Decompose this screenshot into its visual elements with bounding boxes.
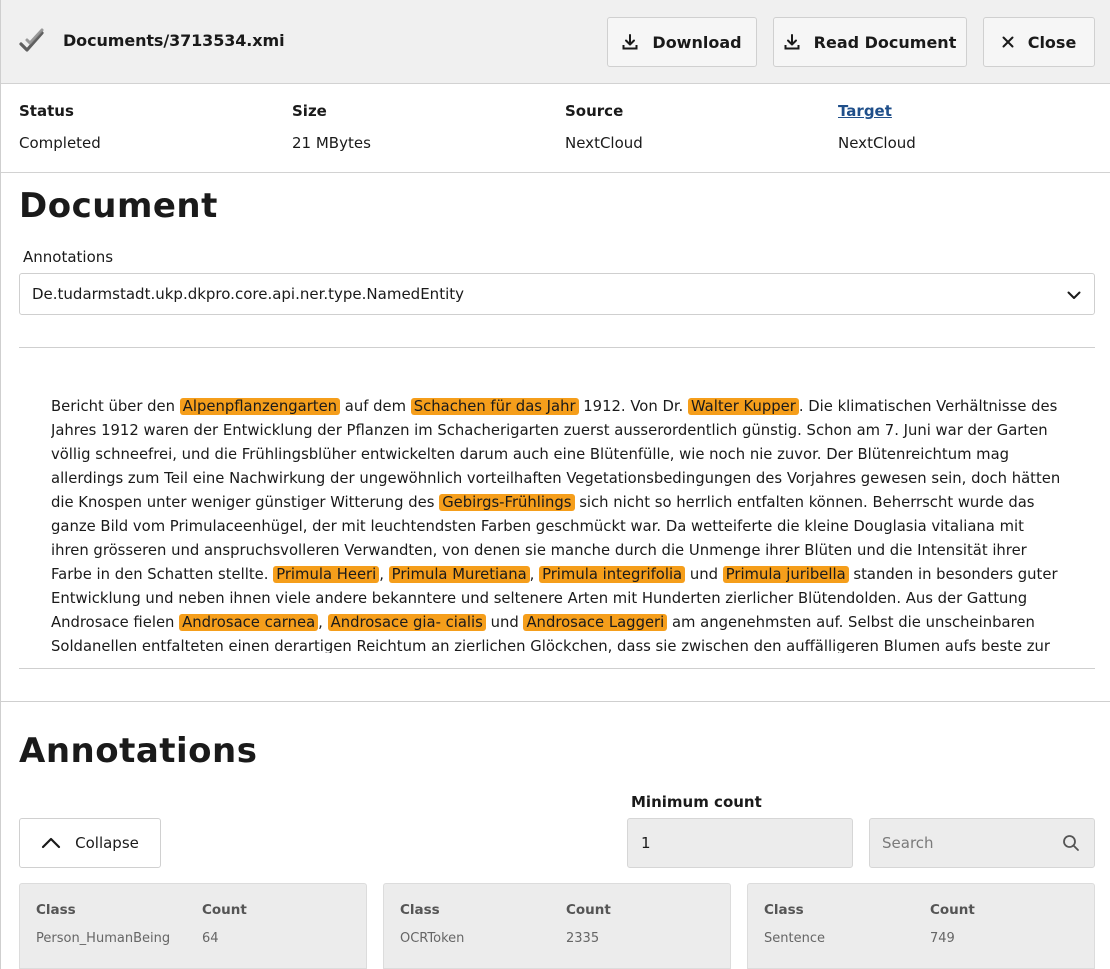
- annotation-card-sentence[interactable]: Class Count Sentence 749: [747, 883, 1095, 969]
- document-text-segment: ,: [318, 614, 328, 631]
- document-text-segment: auf dem: [340, 398, 411, 415]
- count-header: Count: [566, 902, 611, 918]
- count-header: Count: [202, 902, 247, 918]
- target-value: NextCloud: [838, 134, 916, 152]
- document-text-segment: und: [485, 614, 524, 631]
- status-info: Status Completed: [19, 102, 101, 152]
- download-icon: [622, 34, 638, 50]
- named-entity-highlight[interactable]: Androsace Laggeri: [523, 614, 668, 631]
- count-value: 749: [930, 931, 955, 946]
- close-icon: [1002, 36, 1014, 48]
- class-header: Class: [400, 902, 440, 918]
- size-value: 21 MBytes: [292, 134, 371, 152]
- named-entity-highlight[interactable]: Alpenpflanzengarten: [179, 398, 341, 415]
- named-entity-highlight[interactable]: Primula integrifolia: [539, 566, 686, 583]
- named-entity-highlight[interactable]: Androsace gia- cialis: [327, 614, 486, 631]
- annotation-type-value: De.tudarmstadt.ukp.dkpro.core.api.ner.ty…: [32, 285, 464, 303]
- source-label: Source: [565, 102, 624, 120]
- download-button[interactable]: Download: [607, 17, 757, 67]
- header-bar: Documents/3713534.xmi Download Read Docu…: [1, 0, 1110, 84]
- search-icon[interactable]: [1062, 834, 1080, 852]
- document-text-segment: ,: [529, 566, 540, 583]
- class-value: OCRToken: [400, 931, 465, 946]
- download-label: Download: [652, 32, 742, 52]
- read-document-label: Read Document: [813, 32, 957, 52]
- app-frame: Documents/3713534.xmi Download Read Docu…: [0, 0, 1110, 969]
- divider: [19, 668, 1095, 669]
- annotation-card-ocrtoken[interactable]: Class Count OCRToken 2335: [383, 883, 731, 969]
- download-icon: [784, 34, 800, 50]
- named-entity-highlight[interactable]: Walter Kupper: [687, 398, 799, 415]
- chevron-down-icon: [1067, 291, 1081, 299]
- read-document-button[interactable]: Read Document: [773, 17, 967, 67]
- named-entity-highlight[interactable]: Primula Muretiana: [388, 566, 530, 583]
- close-button[interactable]: Close: [983, 17, 1095, 67]
- size-info: Size 21 MBytes: [292, 102, 371, 152]
- collapse-button[interactable]: Collapse: [19, 818, 161, 868]
- class-value: Sentence: [764, 931, 825, 946]
- chevron-up-icon: [42, 837, 61, 849]
- document-text-segment: und: [685, 566, 723, 583]
- named-entity-highlight[interactable]: Androsace carnea: [179, 614, 319, 631]
- double-check-icon: [19, 28, 44, 52]
- collapse-label: Collapse: [75, 834, 139, 852]
- document-info: Status Completed Size 21 MBytes Source N…: [1, 84, 1110, 173]
- section-divider: [1, 701, 1110, 702]
- named-entity-highlight[interactable]: Schachen für das Jahr: [410, 398, 579, 415]
- source-info: Source NextCloud: [565, 102, 643, 152]
- size-label: Size: [292, 102, 327, 120]
- class-header: Class: [36, 902, 76, 918]
- status-value: Completed: [19, 134, 101, 152]
- annotation-type-select[interactable]: De.tudarmstadt.ukp.dkpro.core.api.ner.ty…: [19, 273, 1095, 315]
- count-value: 2335: [566, 931, 600, 946]
- search-input[interactable]: [870, 819, 1050, 867]
- annotations-select-label: Annotations: [23, 248, 114, 266]
- named-entity-highlight[interactable]: Gebirgs-Frühlings: [439, 494, 575, 511]
- target-info: Target NextCloud: [838, 102, 916, 152]
- target-link[interactable]: Target: [838, 102, 916, 120]
- search-box[interactable]: [869, 818, 1095, 868]
- divider: [19, 347, 1095, 348]
- status-label: Status: [19, 102, 74, 120]
- source-value: NextCloud: [565, 134, 643, 152]
- document-text: Bericht über den Alpenpflanzengarten auf…: [51, 395, 1063, 653]
- count-header: Count: [930, 902, 975, 918]
- class-header: Class: [764, 902, 804, 918]
- document-text-segment: ,: [379, 566, 389, 583]
- minimum-count-input[interactable]: [627, 818, 853, 868]
- minimum-count-label: Minimum count: [631, 793, 762, 811]
- annotation-card-person[interactable]: Class Count Person_HumanBeing 64: [19, 883, 367, 969]
- class-value: Person_HumanBeing: [36, 931, 171, 946]
- count-value: 64: [202, 931, 219, 946]
- annotations-heading: Annotations: [19, 731, 258, 771]
- document-text-segment: Bericht über den: [51, 398, 180, 415]
- close-label: Close: [1027, 32, 1077, 52]
- document-title: Documents/3713534.xmi: [63, 31, 285, 50]
- named-entity-highlight[interactable]: Primula Heeri: [273, 566, 380, 583]
- document-text-segment: 1912. Von Dr.: [578, 398, 688, 415]
- document-heading: Document: [19, 186, 218, 226]
- named-entity-highlight[interactable]: Primula juribella: [722, 566, 849, 583]
